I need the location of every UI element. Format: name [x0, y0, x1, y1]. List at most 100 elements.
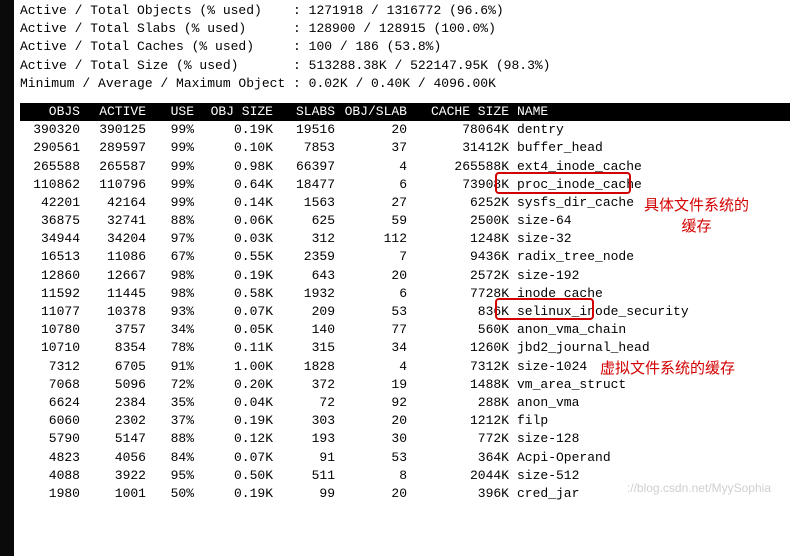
cell-use: 99%: [150, 194, 198, 212]
cell-cache: 73908K: [411, 176, 513, 194]
cell-objs: 11592: [20, 285, 84, 303]
cell-active: 3922: [84, 467, 150, 485]
summary-line: Active / Total Slabs (% used) : 128900 /…: [20, 20, 791, 38]
cell-cache: 265588K: [411, 158, 513, 176]
cell-slabs: 72: [277, 394, 339, 412]
cell-active: 11086: [84, 248, 150, 266]
summary-line: Active / Total Caches (% used) : 100 / 1…: [20, 38, 791, 56]
cell-objs: 7068: [20, 376, 84, 394]
cell-cache: 2044K: [411, 467, 513, 485]
cell-objs: 265588: [20, 158, 84, 176]
cell-name: dentry: [513, 121, 791, 139]
header-use: USE: [150, 103, 198, 121]
cell-name: vm_area_struct: [513, 376, 791, 394]
cell-cache: 9436K: [411, 248, 513, 266]
cell-use: 99%: [150, 121, 198, 139]
cell-objslab: 112: [339, 230, 411, 248]
cell-name: sysfs_dir_cache: [513, 194, 791, 212]
cell-use: 95%: [150, 467, 198, 485]
cell-use: 78%: [150, 339, 198, 357]
cell-active: 5147: [84, 430, 150, 448]
cell-cache: 1248K: [411, 230, 513, 248]
cell-name: selinux_inode_security: [513, 303, 791, 321]
cell-active: 2384: [84, 394, 150, 412]
cell-objslab: 30: [339, 430, 411, 448]
cell-slabs: 1828: [277, 358, 339, 376]
cell-objsize: 0.07K: [198, 303, 277, 321]
cell-name: size-32: [513, 230, 791, 248]
cell-objs: 11077: [20, 303, 84, 321]
cell-objsize: 0.19K: [198, 121, 277, 139]
cell-use: 91%: [150, 358, 198, 376]
cell-active: 32741: [84, 212, 150, 230]
cell-active: 11445: [84, 285, 150, 303]
table-row: 4823405684%0.07K9153364KAcpi-Operand: [20, 449, 791, 467]
cell-use: 97%: [150, 230, 198, 248]
cell-name: Acpi-Operand: [513, 449, 791, 467]
cell-active: 12667: [84, 267, 150, 285]
cell-active: 265587: [84, 158, 150, 176]
table-row: 7312670591%1.00K182847312Ksize-1024: [20, 358, 791, 376]
cell-slabs: 7853: [277, 139, 339, 157]
header-name: NAME: [513, 103, 790, 121]
cell-objs: 34944: [20, 230, 84, 248]
cell-objslab: 4: [339, 358, 411, 376]
table-row: 10710835478%0.11K315341260Kjbd2_journal_…: [20, 339, 791, 357]
table-row: 11086211079699%0.64K18477673908Kproc_ino…: [20, 176, 791, 194]
cell-objslab: 7: [339, 248, 411, 266]
summary-line: Active / Total Objects (% used) : 127191…: [20, 2, 791, 20]
cell-objs: 36875: [20, 212, 84, 230]
cell-name: jbd2_journal_head: [513, 339, 791, 357]
summary-line: Minimum / Average / Maximum Object : 0.0…: [20, 75, 791, 93]
table-row: 6060230237%0.19K303201212Kfilp: [20, 412, 791, 430]
cell-slabs: 1563: [277, 194, 339, 212]
cell-cache: 7728K: [411, 285, 513, 303]
cell-objs: 6060: [20, 412, 84, 430]
header-active: ACTIVE: [84, 103, 150, 121]
cell-slabs: 140: [277, 321, 339, 339]
cell-slabs: 193: [277, 430, 339, 448]
cell-slabs: 91: [277, 449, 339, 467]
cell-slabs: 303: [277, 412, 339, 430]
cell-objsize: 0.12K: [198, 430, 277, 448]
cell-slabs: 2359: [277, 248, 339, 266]
cell-cache: 1212K: [411, 412, 513, 430]
cell-cache: 364K: [411, 449, 513, 467]
cell-objslab: 6: [339, 176, 411, 194]
cell-use: 37%: [150, 412, 198, 430]
cell-objs: 12860: [20, 267, 84, 285]
table-header: OBJS ACTIVE USE OBJ SIZE SLABS OBJ/SLAB …: [20, 103, 790, 121]
cell-active: 34204: [84, 230, 150, 248]
table-row: 128601266798%0.19K643202572Ksize-192: [20, 267, 791, 285]
cell-objslab: 77: [339, 321, 411, 339]
cell-objs: 4823: [20, 449, 84, 467]
cell-use: 99%: [150, 176, 198, 194]
cell-use: 88%: [150, 212, 198, 230]
cell-cache: 1488K: [411, 376, 513, 394]
cell-slabs: 209: [277, 303, 339, 321]
table-body: 39032039012599%0.19K195162078064Kdentry2…: [20, 121, 791, 503]
cell-name: size-192: [513, 267, 791, 285]
cell-cache: 2500K: [411, 212, 513, 230]
cell-slabs: 372: [277, 376, 339, 394]
cell-objslab: 8: [339, 467, 411, 485]
table-row: 110771037893%0.07K20953836Kselinux_inode…: [20, 303, 791, 321]
cell-use: 88%: [150, 430, 198, 448]
cell-active: 110796: [84, 176, 150, 194]
cell-objslab: 6: [339, 285, 411, 303]
cell-name: anon_vma_chain: [513, 321, 791, 339]
cell-name: size-64: [513, 212, 791, 230]
cell-slabs: 625: [277, 212, 339, 230]
cell-slabs: 511: [277, 467, 339, 485]
table-row: 349443420497%0.03K3121121248Ksize-32: [20, 230, 791, 248]
cell-objslab: 19: [339, 376, 411, 394]
cell-objslab: 92: [339, 394, 411, 412]
cell-use: 34%: [150, 321, 198, 339]
table-row: 7068509672%0.20K372191488Kvm_area_struct: [20, 376, 791, 394]
cell-objsize: 0.10K: [198, 139, 277, 157]
cell-use: 98%: [150, 285, 198, 303]
cell-objsize: 0.19K: [198, 412, 277, 430]
cell-use: 50%: [150, 485, 198, 503]
cell-name: filp: [513, 412, 791, 430]
cell-cache: 288K: [411, 394, 513, 412]
